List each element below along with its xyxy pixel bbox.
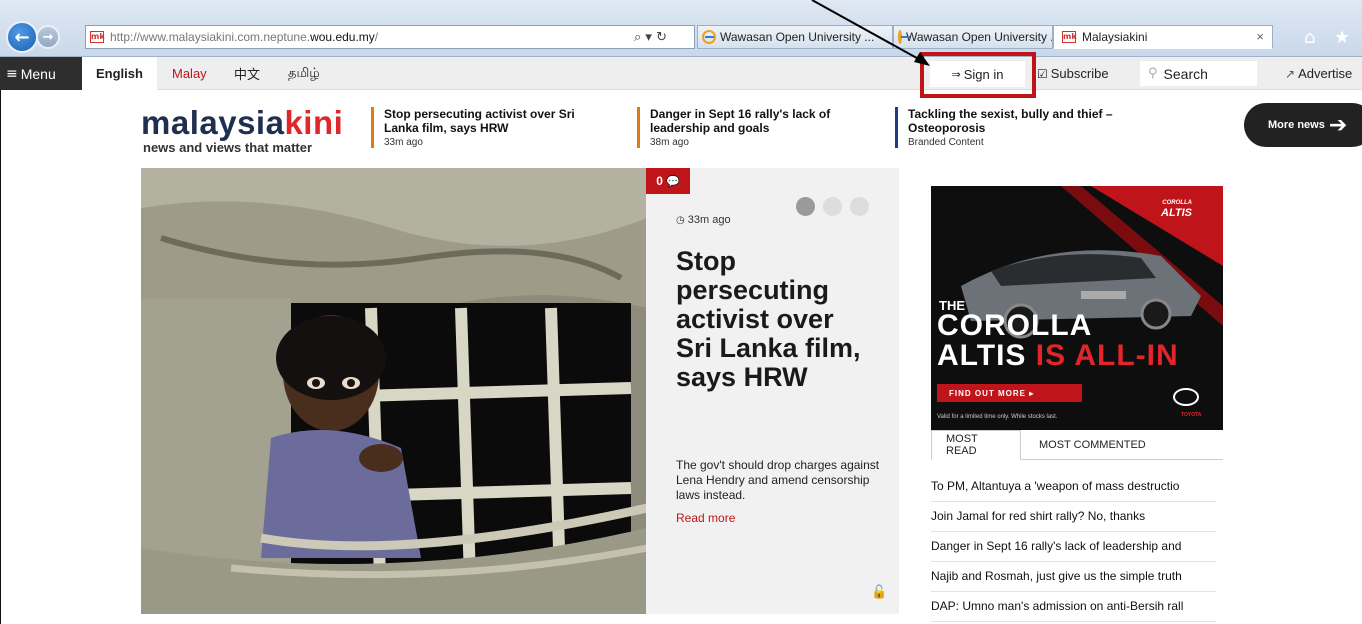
home-icon[interactable]: ⌂: [1304, 27, 1315, 48]
list-item[interactable]: Join Jamal for red shirt rally? No, than…: [931, 502, 1216, 532]
headline-item[interactable]: Tackling the sexist, bully and thief – O…: [895, 107, 1135, 148]
site-favicon: mk: [90, 31, 105, 43]
search-refresh-icon[interactable]: ⌕ ▾ ↻: [634, 30, 694, 45]
close-tab-icon[interactable]: ×: [1256, 29, 1264, 44]
most-read-list: To PM, Altantuya a 'weapon of mass destr…: [931, 472, 1216, 622]
find-out-more-button[interactable]: FIND OUT MORE ▸: [937, 384, 1082, 402]
ad-headline-2: ALTIS IS ALL-IN: [937, 339, 1179, 372]
list-item[interactable]: Danger in Sept 16 rally's lack of leader…: [931, 532, 1216, 562]
site-favicon: mk: [1062, 31, 1077, 43]
carousel-dots: [796, 197, 869, 216]
lang-malay[interactable]: Malay: [172, 57, 207, 90]
highlight-box: [920, 52, 1036, 98]
chart-icon: ↗: [1285, 66, 1296, 81]
lang-chinese[interactable]: 中文: [234, 57, 260, 90]
list-item[interactable]: Najib and Rosmah, just give us the simpl…: [931, 562, 1216, 592]
comment-count-badge[interactable]: 0 💬: [646, 168, 690, 194]
favorites-star-icon[interactable]: ★: [1334, 27, 1350, 48]
ie-icon: [702, 30, 716, 44]
site-nav-bar: ≡ Menu English Malay 中文 தமிழ் ⇒ Sign in …: [0, 57, 1362, 90]
tab-most-commented[interactable]: MOST COMMENTED: [1025, 430, 1160, 460]
tab-most-read[interactable]: MOST READ: [931, 430, 1021, 460]
lang-tamil[interactable]: தமிழ்: [288, 57, 320, 90]
subscribe-link[interactable]: ☑ Subscribe: [1037, 57, 1109, 90]
list-item[interactable]: To PM, Altantuya a 'weapon of mass destr…: [931, 472, 1216, 502]
back-button[interactable]: ←: [6, 21, 38, 53]
carousel-dot[interactable]: [823, 197, 842, 216]
ie-icon: [898, 30, 910, 44]
headline-item[interactable]: Stop persecuting activist over Sri Lanka…: [371, 107, 611, 148]
tent-photo: [141, 168, 647, 614]
unlocked-icon: 🔓: [871, 585, 888, 600]
carousel-dot[interactable]: [796, 197, 815, 216]
address-bar[interactable]: mk http://www.malaysiakini.com.neptune.w…: [85, 25, 695, 49]
hero-timestamp: ◷ 33m ago: [676, 214, 731, 226]
forward-button[interactable]: →: [36, 25, 60, 49]
page-border: [0, 90, 1, 624]
malaysiakini-logo[interactable]: malaysiakini news and views that matter: [141, 106, 343, 155]
comment-bubble-icon: 💬: [665, 174, 680, 188]
read-more-link[interactable]: Read more: [676, 511, 735, 525]
ad-headline-1: COROLLA: [937, 309, 1093, 342]
logo-tagline: news and views that matter: [143, 140, 313, 155]
ad-brand: COROLLA ALTIS: [1161, 200, 1192, 219]
advertise-link[interactable]: ↗ Advertise: [1285, 57, 1352, 90]
browser-tab-wou-2[interactable]: Wawasan Open University ...: [893, 25, 1053, 49]
lang-english[interactable]: English: [82, 57, 157, 90]
url-text[interactable]: http://www.malaysiakini.com.neptune.wou.…: [110, 30, 634, 44]
hero-headline[interactable]: Stop persecuting activist over Sri Lanka…: [676, 247, 876, 392]
browser-toolbar: ← → mk http://www.malaysiakini.com.neptu…: [0, 0, 1362, 57]
corolla-ad[interactable]: COROLLA ALTIS THE COROLLA ALTIS IS ALL-IN…: [931, 186, 1223, 430]
more-news-button[interactable]: More news ➔: [1244, 103, 1362, 147]
hamburger-icon: ≡: [6, 65, 18, 82]
menu-button[interactable]: ≡ Menu: [0, 57, 82, 90]
carousel-dot[interactable]: [850, 197, 869, 216]
ad-fine-print: Valid for a limited time only. While sto…: [937, 414, 1058, 420]
browser-tab-malaysiakini[interactable]: mk Malaysiakini ×: [1053, 25, 1273, 49]
list-tabs: MOST READ MOST COMMENTED: [931, 430, 1223, 460]
headline-item[interactable]: Danger in Sept 16 rally's lack of leader…: [637, 107, 877, 148]
ad-maker: TOYOTA: [1181, 412, 1202, 418]
toyota-logo-icon: [1173, 388, 1199, 406]
browser-tab-wou-1[interactable]: Wawasan Open University ...: [697, 25, 893, 49]
hero-image[interactable]: [141, 168, 647, 614]
list-item[interactable]: DAP: Umno man's admission on anti-Bersih…: [931, 592, 1216, 622]
search-icon: ⚲: [1148, 66, 1158, 81]
search-input[interactable]: ⚲ Search: [1140, 61, 1257, 86]
hero-summary: The gov't should drop charges against Le…: [676, 458, 880, 502]
clock-icon: ◷: [676, 215, 685, 226]
arrow-right-icon: ➔: [1328, 112, 1348, 138]
checkbox-icon: ☑: [1037, 66, 1048, 81]
